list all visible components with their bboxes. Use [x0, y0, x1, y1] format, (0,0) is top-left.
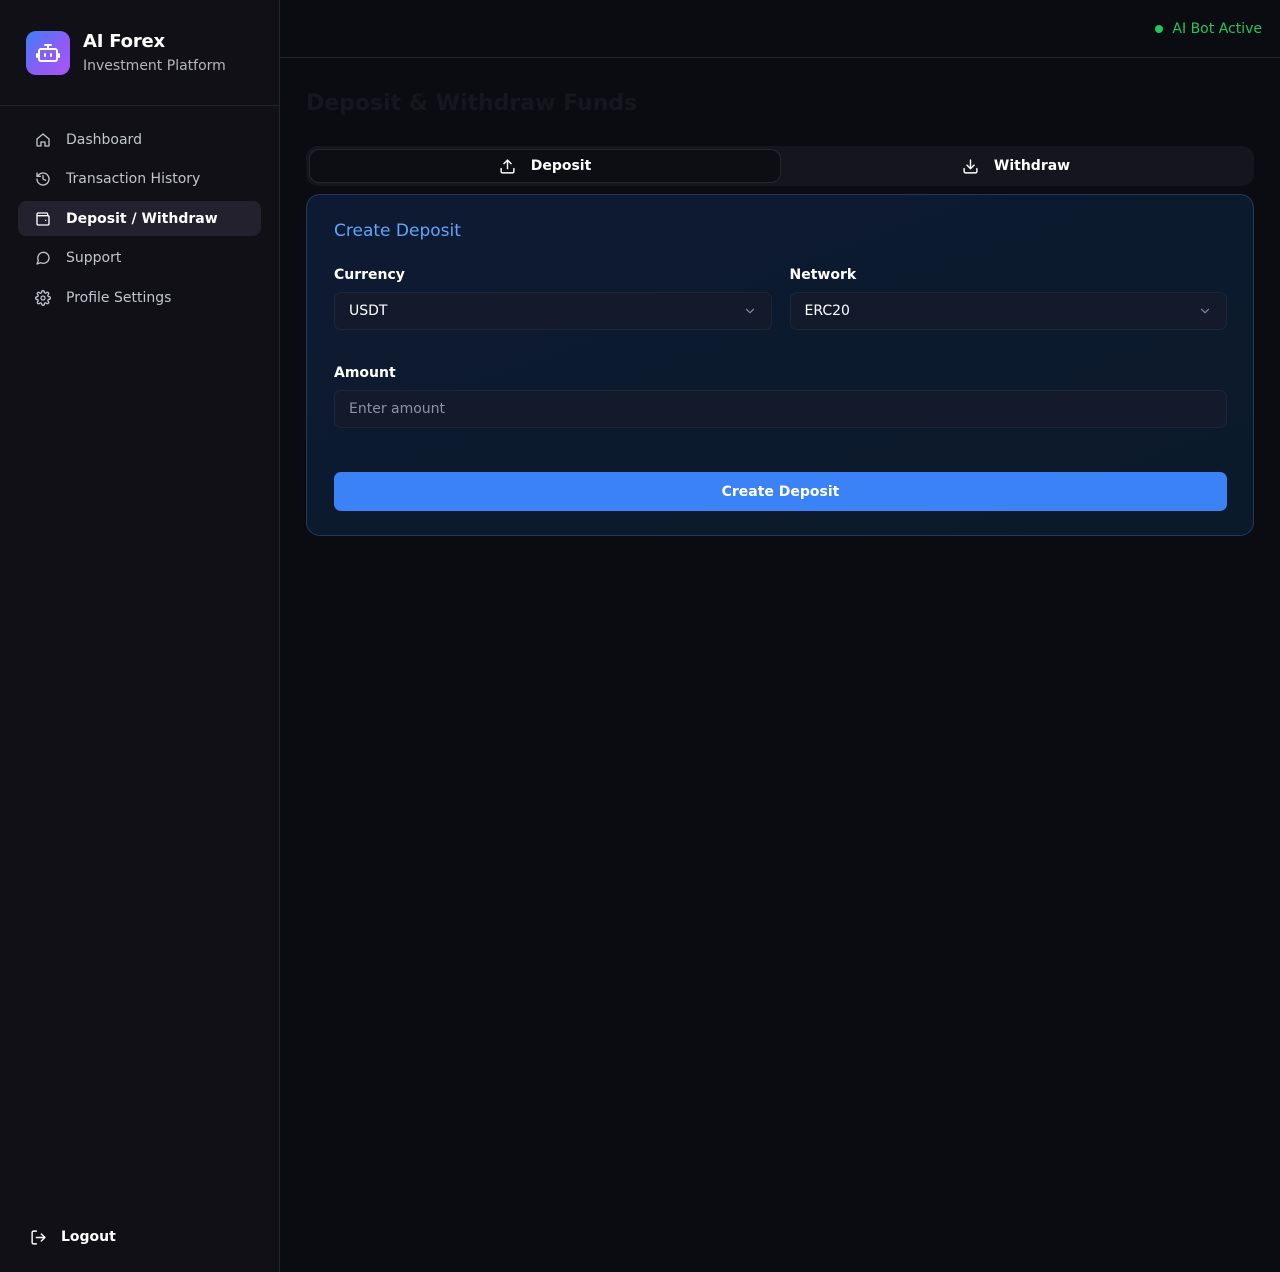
chevron-down-icon	[743, 304, 757, 318]
sidebar-item-support[interactable]: Support	[18, 241, 261, 276]
sidebar-item-label: Profile Settings	[66, 289, 172, 306]
brand-text: AI Forex Investment Platform	[83, 31, 226, 74]
wallet-icon	[34, 210, 51, 227]
network-field: Network ERC20	[789, 267, 1227, 330]
create-deposit-card: Create Deposit Currency USDT Network ERC…	[306, 194, 1254, 536]
sidebar-item-deposit-withdraw[interactable]: Deposit / Withdraw	[18, 201, 261, 236]
tab-withdraw[interactable]: Withdraw	[781, 149, 1251, 183]
logout-label: Logout	[61, 1229, 116, 1245]
sidebar-item-label: Transaction History	[66, 171, 201, 187]
amount-input[interactable]	[334, 390, 1227, 428]
currency-label: Currency	[334, 267, 405, 283]
gear-icon	[34, 289, 51, 306]
create-deposit-button[interactable]: Create Deposit	[334, 472, 1227, 511]
tab-deposit[interactable]: Deposit	[309, 149, 781, 183]
main-area: AI Bot Active Deposit & Withdraw Funds D…	[280, 0, 1280, 1272]
sidebar-item-label: Support	[66, 250, 122, 266]
brand-header: AI Forex Investment Platform	[0, 0, 279, 106]
download-icon	[962, 158, 979, 175]
brand-title: AI Forex	[83, 31, 165, 52]
page-content: Deposit & Withdraw Funds Deposit Withdra…	[280, 58, 1280, 536]
amount-label: Amount	[334, 365, 396, 381]
network-label: Network	[789, 267, 857, 283]
topbar: AI Bot Active	[280, 0, 1280, 58]
logout-icon	[30, 1228, 48, 1246]
amount-field: Amount	[334, 365, 1227, 428]
page-title: Deposit & Withdraw Funds	[306, 91, 638, 116]
sidebar-item-profile-settings[interactable]: Profile Settings	[18, 280, 261, 315]
sidebar-item-transaction-history[interactable]: Transaction History	[18, 162, 261, 197]
sidebar-item-label: Deposit / Withdraw	[66, 210, 218, 227]
logout-button[interactable]: Logout	[30, 1228, 116, 1246]
home-icon	[34, 131, 51, 148]
sidebar-item-dashboard[interactable]: Dashboard	[18, 122, 261, 157]
deposit-withdraw-tabs: Deposit Withdraw	[306, 146, 1254, 186]
network-select[interactable]: ERC20	[789, 292, 1227, 330]
currency-select[interactable]: USDT	[334, 292, 772, 330]
chevron-down-icon	[1198, 304, 1212, 318]
currency-network-row: Currency USDT Network ERC20	[334, 267, 1227, 330]
card-title: Create Deposit	[334, 221, 461, 241]
chat-bubble-icon	[34, 250, 51, 267]
robot-icon	[26, 30, 70, 75]
ai-bot-status: AI Bot Active	[1155, 21, 1262, 37]
status-text: AI Bot Active	[1172, 20, 1262, 37]
tab-label: Deposit	[530, 158, 592, 174]
upload-icon	[499, 158, 516, 175]
currency-value: USDT	[349, 303, 388, 319]
sidebar-nav: Dashboard Transaction History Deposit / …	[0, 106, 279, 315]
app-root: AI Forex Investment Platform Dashboard T…	[0, 0, 1280, 1272]
brand-subtitle: Investment Platform	[83, 58, 226, 74]
history-icon	[34, 171, 51, 188]
status-dot	[1155, 24, 1164, 33]
sidebar: AI Forex Investment Platform Dashboard T…	[0, 0, 280, 1272]
network-value: ERC20	[804, 303, 850, 319]
sidebar-item-label: Dashboard	[66, 131, 142, 148]
tab-label: Withdraw	[993, 158, 1071, 174]
currency-field: Currency USDT	[334, 267, 772, 330]
